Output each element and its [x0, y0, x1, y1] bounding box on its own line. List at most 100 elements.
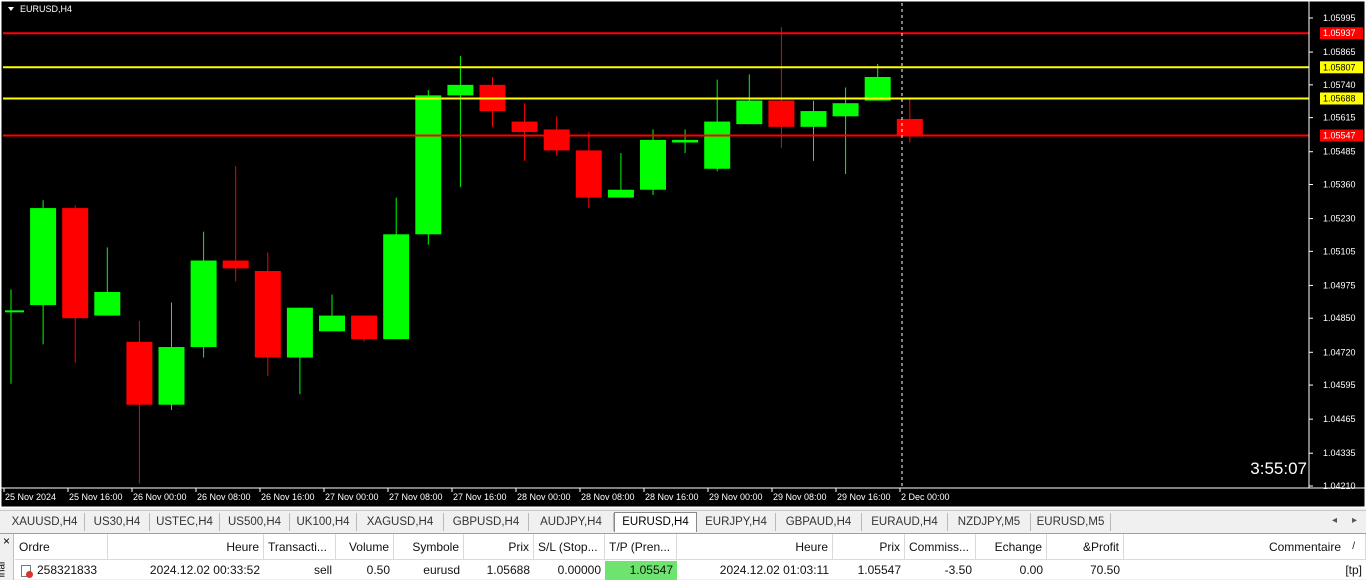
column-header[interactable]: Heure [108, 534, 264, 560]
candle-body [351, 315, 378, 340]
chart-tab[interactable]: US30,H4 [85, 513, 150, 531]
price-line-label: 1.05547 [1323, 130, 1356, 140]
chart-symbol-label: EURUSD,H4 [20, 4, 72, 14]
price-chart[interactable]: 1.05937 1.05807 1.05688 1.05547 1.05995 1.05… [0, 0, 1366, 508]
candle-body [286, 307, 313, 358]
candle [415, 90, 442, 245]
price-tick-label: 1.05740 [1323, 80, 1356, 90]
chart-tab[interactable]: USTEC,H4 [150, 513, 220, 531]
candle-body [640, 139, 666, 190]
time-tick-label: 26 Nov 16:00 [261, 492, 315, 502]
candle [254, 252, 281, 376]
terminal-panel: × inal Ordre Heure Transacti... Volume Symbo… [0, 533, 1366, 580]
chart-tab[interactable]: EURAUD,H4 [862, 513, 948, 531]
candle-body [126, 341, 153, 405]
chart-tabs-bar: XAUUSD,H4 US30,H4 USTEC,H4 US500,H4 UK100,H4… [0, 510, 1366, 532]
price-tick-label: 1.04335 [1323, 448, 1356, 458]
chart-tab[interactable]: US500,H4 [220, 513, 290, 531]
candle-body [30, 208, 57, 306]
time-tick-label: 2 Dec 00:00 [901, 492, 950, 502]
candle-body [768, 100, 795, 127]
time-tick-label: 28 Nov 00:00 [517, 492, 571, 502]
candle-body [5, 310, 24, 313]
chart-tab[interactable]: UK100,H4 [290, 513, 357, 531]
table-cell: 0.00000 [557, 563, 601, 577]
bar-countdown-timer: 3:55:07 [1250, 459, 1307, 478]
column-header[interactable]: T/P (Pren... [605, 534, 677, 560]
candle-body [447, 84, 474, 96]
candle-body [736, 100, 763, 125]
price-tick-label: 1.04210 [1323, 481, 1356, 491]
candle-body [254, 271, 281, 358]
time-tick-label: 26 Nov 00:00 [133, 492, 187, 502]
column-header[interactable]: Volume [336, 534, 394, 560]
column-header[interactable]: Commentaire / [1124, 534, 1366, 560]
column-header[interactable]: Transacti... [264, 534, 336, 560]
price-tick-label: 1.04975 [1323, 280, 1356, 290]
table-cell: 2024.12.02 01:03:11 [719, 563, 829, 577]
candle-body [575, 150, 602, 198]
time-tick-label: 27 Nov 00:00 [325, 492, 379, 502]
price-line-label: 1.05937 [1323, 28, 1356, 38]
price-tick-label: 1.05485 [1323, 147, 1356, 157]
chart-tab[interactable]: EURJPY,H4 [697, 513, 776, 531]
price-tick-label: 1.05360 [1323, 179, 1356, 189]
candle-body [832, 103, 859, 117]
column-header[interactable]: &Profit [1047, 534, 1124, 560]
candle-body [62, 208, 89, 319]
column-header[interactable]: Echange [976, 534, 1047, 560]
time-tick-label: 26 Nov 08:00 [197, 492, 251, 502]
candle [351, 315, 378, 342]
plot-frame [0, 0, 1366, 508]
closed-order-icon [21, 565, 33, 578]
column-header[interactable]: Prix [464, 534, 534, 560]
price-tick-label: 1.05865 [1323, 47, 1356, 57]
candle-body [158, 347, 185, 405]
candle-body [704, 121, 731, 169]
table-cell: 258321833 [15, 561, 108, 580]
chart-tab[interactable]: XAUUSD,H4 [5, 513, 85, 531]
candle-body [222, 260, 249, 269]
price-line-label: 1.05688 [1323, 93, 1356, 103]
candle-body [896, 118, 923, 135]
candle-body [800, 111, 827, 127]
chart-tab[interactable]: AUDJPY,H4 [529, 513, 614, 531]
table-cell: eurusd [423, 563, 460, 577]
price-line-label: 1.05807 [1323, 62, 1356, 72]
table-cell: 0.50 [366, 563, 390, 577]
terminal-title-vertical: inal [0, 561, 8, 578]
chart-tab[interactable]: GBPUSD,H4 [444, 513, 529, 531]
sort-indicator-icon: / [1352, 541, 1355, 552]
time-tick-label: 25 Nov 16:00 [69, 492, 123, 502]
chart-tab[interactable]: NZDJPY,M5 [948, 513, 1031, 531]
candle-body [190, 260, 217, 348]
table-cell: -3.50 [944, 563, 972, 577]
chart-tab[interactable]: GBPAUD,H4 [776, 513, 862, 531]
terminal-close-icon[interactable]: × [3, 534, 10, 548]
time-tick-label: 28 Nov 16:00 [645, 492, 699, 502]
candle-body [319, 315, 345, 332]
time-tick-label: 29 Nov 08:00 [773, 492, 827, 502]
column-header[interactable]: Symbole [394, 534, 464, 560]
time-tick-label: 27 Nov 08:00 [389, 492, 443, 502]
candle-body [864, 76, 891, 101]
tabs-scroll-right-icon[interactable]: ▸ [1352, 515, 1357, 526]
price-tick-label: 1.05995 [1323, 13, 1356, 23]
column-header[interactable]: S/L (Stop... [534, 534, 605, 560]
table-cell: 1.05547 [605, 561, 677, 580]
price-tick-label: 1.04465 [1323, 414, 1356, 424]
price-tick-label: 1.04595 [1323, 380, 1356, 390]
chart-tab[interactable]: EURUSD,M5 [1031, 513, 1111, 531]
candle-body [94, 291, 121, 316]
chart-window[interactable]: 1.05937 1.05807 1.05688 1.05547 1.05995 1.05… [0, 0, 1366, 508]
price-tick-label: 1.04850 [1323, 313, 1356, 323]
column-header[interactable]: Ordre [15, 534, 108, 560]
candle-body [672, 139, 699, 143]
chart-tab[interactable]: XAGUSD,H4 [357, 513, 444, 531]
tabs-scroll-left-icon[interactable]: ◂ [1332, 515, 1337, 526]
column-header[interactable]: Commiss... [905, 534, 976, 560]
column-header[interactable]: Heure [677, 534, 833, 560]
table-cell: sell [313, 563, 332, 577]
chart-tab[interactable]: EURUSD,H4 [614, 512, 697, 532]
column-header[interactable]: Prix [833, 534, 905, 560]
